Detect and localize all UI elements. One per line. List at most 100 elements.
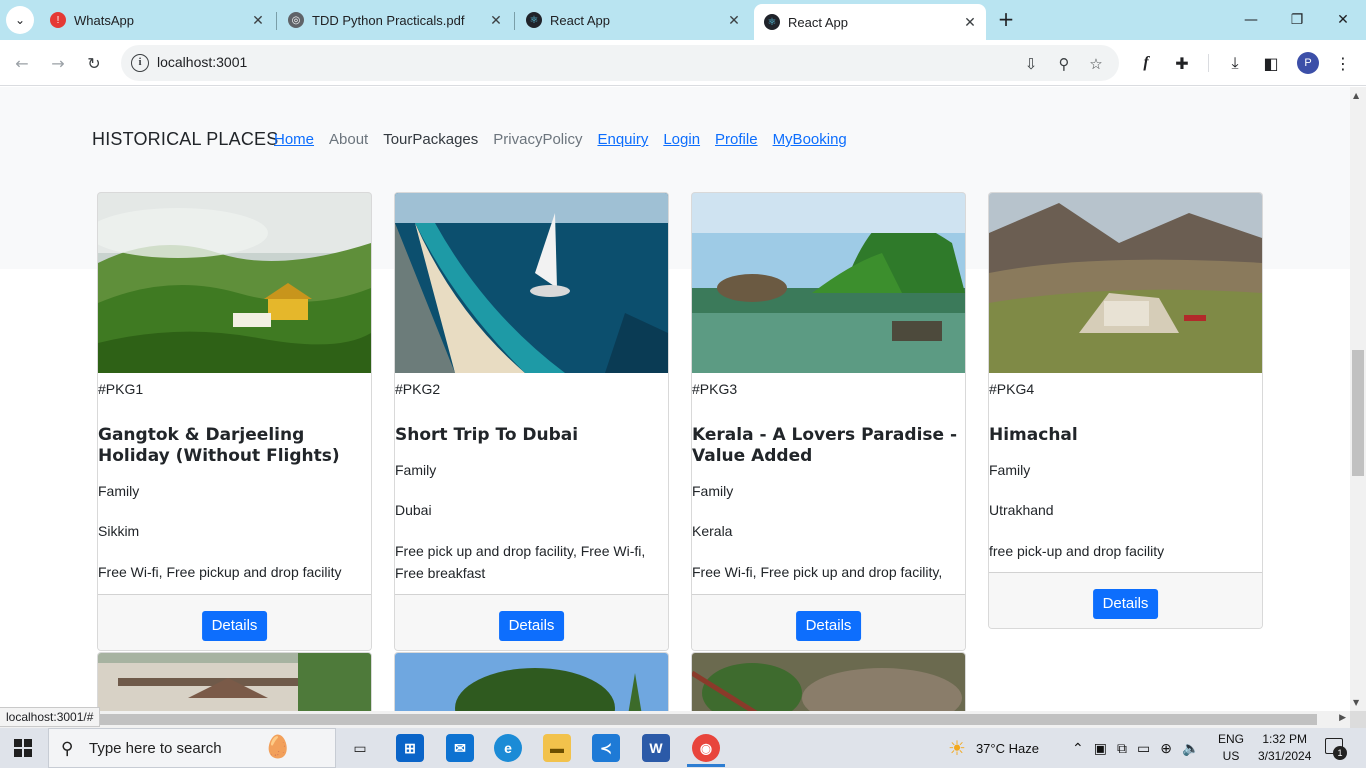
forward-arrow-icon[interactable]: →	[45, 50, 71, 76]
taskbar-clock[interactable]: 1:32 PM 3/31/2024	[1258, 731, 1311, 765]
close-icon[interactable]: ✕	[250, 12, 266, 28]
tab-title: WhatsApp	[74, 12, 134, 28]
tab-whatsapp[interactable]: ! WhatsApp ✕	[40, 6, 274, 34]
edge-browser-icon[interactable]: e	[494, 734, 522, 762]
speaker-icon[interactable]: 🔈	[1182, 740, 1199, 757]
mail-icon[interactable]: ✉	[446, 734, 474, 762]
nav-tour-packages[interactable]: TourPackages	[383, 131, 478, 148]
word-icon[interactable]: W	[642, 734, 670, 762]
zoom-icon[interactable]: ⚲	[1053, 53, 1075, 75]
meet-now-icon[interactable]: ▣	[1094, 740, 1107, 757]
tab-react-app[interactable]: ⚛ React App ✕	[516, 6, 750, 34]
chevron-up-icon[interactable]: ⌃	[1072, 740, 1084, 757]
scroll-down-icon[interactable]: ▼	[1353, 698, 1359, 707]
restore-button[interactable]: ❐	[1274, 0, 1320, 40]
card-footer: Details	[98, 594, 371, 650]
package-place: Sikkim	[98, 523, 140, 539]
card-footer: Details	[989, 572, 1262, 628]
minimize-button[interactable]: —	[1228, 0, 1274, 40]
tab-search-menu-button[interactable]: ⌄	[6, 6, 34, 34]
vertical-scrollbar[interactable]: ▲ ▼	[1350, 87, 1366, 711]
bookmark-star-icon[interactable]: ☆	[1085, 53, 1107, 75]
search-placeholder: Type here to search	[89, 740, 222, 757]
nav-my-booking[interactable]: MyBooking	[773, 131, 847, 148]
profile-avatar[interactable]: P	[1297, 52, 1319, 74]
windows-start-icon[interactable]	[14, 739, 32, 757]
chrome-icon[interactable]: ◉	[692, 734, 720, 762]
reload-icon[interactable]: ↻	[81, 50, 107, 76]
system-tray: ⌃ ▣ ⧉ ▭ ⊕ 🔈	[1072, 728, 1199, 768]
download-icon[interactable]: ⤓	[1222, 50, 1248, 76]
side-panel-icon[interactable]: ◧	[1258, 50, 1284, 76]
back-arrow-icon[interactable]: ←	[9, 50, 35, 76]
vscode-icon[interactable]: ≺	[592, 734, 620, 762]
extensions-puzzle-icon[interactable]: ✚	[1169, 50, 1195, 76]
package-code: #PKG3	[692, 381, 738, 397]
details-button[interactable]: Details	[498, 611, 565, 641]
close-icon[interactable]: ✕	[726, 12, 742, 28]
address-bar[interactable]: i localhost:3001 ⇩ ⚲ ☆	[121, 45, 1119, 81]
react-icon: ⚛	[526, 12, 542, 28]
scroll-thumb[interactable]	[95, 714, 1317, 725]
package-image-dubai	[395, 193, 668, 373]
details-button[interactable]: Details	[1092, 589, 1159, 619]
weather-text: 37°C Haze	[975, 740, 1039, 756]
close-window-button[interactable]: ✕	[1320, 0, 1366, 40]
scroll-thumb[interactable]	[1352, 350, 1364, 476]
close-icon[interactable]: ✕	[962, 14, 978, 30]
scroll-right-icon[interactable]: ▶	[1339, 713, 1346, 723]
package-image-kerala	[692, 193, 965, 373]
details-button[interactable]: Details	[201, 611, 268, 641]
extension-f-icon[interactable]: f	[1133, 50, 1159, 76]
microsoft-store-icon[interactable]: ⊞	[396, 734, 424, 762]
nav-about[interactable]: About	[329, 131, 368, 148]
site-brand[interactable]: HISTORICAL PLACES	[92, 129, 278, 150]
language-code: ENG	[1218, 732, 1245, 746]
package-card-partial	[97, 652, 372, 711]
details-button[interactable]: Details	[795, 611, 862, 641]
taskbar-search-box[interactable]: ⚲ Type here to search 🥚	[48, 728, 336, 768]
package-type: Family	[98, 483, 140, 499]
network-icon[interactable]: ⊕	[1160, 740, 1172, 757]
weather-widget[interactable]: ☀ 37°C Haze	[948, 728, 1039, 768]
horizontal-scrollbar[interactable]: ▶	[0, 711, 1350, 728]
globe-icon: ◎	[288, 12, 304, 28]
package-image-himachal	[989, 193, 1262, 373]
status-url-tooltip: localhost:3001/#	[0, 707, 101, 727]
windows-taskbar: ⚲ Type here to search 🥚 ▭ ⊞ ✉ e ▬ ≺ W ◉ …	[0, 728, 1366, 768]
file-explorer-icon[interactable]: ▬	[543, 734, 571, 762]
nav-privacy-policy[interactable]: PrivacyPolicy	[493, 131, 582, 148]
url-text[interactable]: localhost:3001	[157, 54, 247, 70]
nav-login[interactable]: Login	[663, 131, 700, 148]
nav-home[interactable]: Home	[274, 131, 314, 148]
display-icon[interactable]: ⧉	[1117, 740, 1127, 757]
info-icon[interactable]: i	[131, 54, 149, 72]
tab-pdf[interactable]: ◎ TDD Python Practicals.pdf ✕	[278, 6, 512, 34]
tab-title: TDD Python Practicals.pdf	[312, 12, 465, 28]
more-menu-icon[interactable]: ⋮	[1330, 50, 1356, 76]
package-facilities: Free Wi-fi, Free pick up and drop facili…	[692, 564, 943, 580]
battery-icon[interactable]: ▭	[1137, 740, 1150, 757]
language-indicator[interactable]: ENG US	[1218, 731, 1244, 765]
package-facilities: Free pick up and drop facility, Free Wi-…	[395, 543, 646, 581]
package-type: Family	[989, 462, 1031, 478]
task-view-icon[interactable]: ▭	[346, 734, 374, 762]
package-place: Utrakhand	[989, 502, 1054, 518]
tab-title: React App	[550, 12, 610, 28]
scroll-up-icon[interactable]: ▲	[1353, 91, 1359, 100]
tab-react-app-active[interactable]: ⚛ React App ✕	[754, 4, 986, 40]
nav-profile[interactable]: Profile	[715, 131, 758, 148]
tab-separator	[514, 12, 515, 30]
package-card-partial	[394, 652, 669, 711]
new-tab-button[interactable]: +	[994, 8, 1018, 32]
close-icon[interactable]: ✕	[488, 12, 504, 28]
package-facilities: Free Wi-fi, Free pickup and drop facilit…	[98, 564, 342, 580]
search-icon: ⚲	[61, 739, 74, 759]
tab-title: React App	[788, 14, 848, 30]
nav-enquiry[interactable]: Enquiry	[597, 131, 648, 148]
package-facilities: free pick-up and drop facility	[989, 543, 1165, 559]
install-app-icon[interactable]: ⇩	[1020, 53, 1042, 75]
package-type: Family	[395, 462, 437, 478]
package-title: Gangtok & Darjeeling Holiday (Without Fl…	[98, 425, 340, 466]
package-title: Himachal	[989, 425, 1078, 445]
